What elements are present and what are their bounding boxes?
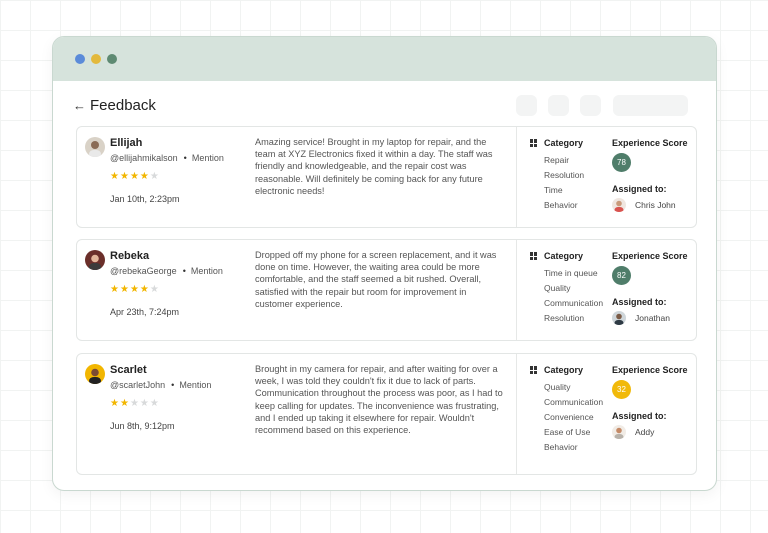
bullet-icon: • xyxy=(183,153,187,163)
category-item: Time xyxy=(544,185,563,195)
review-message: Amazing service! Brought in my laptop fo… xyxy=(255,137,493,196)
experience-score-title: Experience Score xyxy=(612,138,688,148)
experience-score-badge: 32 xyxy=(612,380,631,399)
category-list: Quality Communication Convenience Ease o… xyxy=(544,381,603,456)
reviewer-handle-text[interactable]: @ellijahmikalson xyxy=(110,153,178,163)
bullet-icon: • xyxy=(182,266,186,276)
category-item: Communication xyxy=(544,397,604,407)
star-filled-icon: ★ xyxy=(110,284,120,295)
card-divider xyxy=(516,354,517,474)
star-filled-icon: ★ xyxy=(139,284,150,295)
star-rating: ★★★★★ xyxy=(110,171,160,182)
review-message: Brought in my camera for repair, and aft… xyxy=(255,364,503,436)
category-item: Communication xyxy=(544,298,604,308)
reviewer-name: Rebeka xyxy=(110,250,150,262)
category-item: Resolution xyxy=(544,170,585,180)
category-item: Time in queue xyxy=(544,268,598,278)
mention-label: Mention xyxy=(179,380,212,390)
experience-score-badge: 78 xyxy=(612,153,631,172)
card-divider xyxy=(516,240,517,340)
bullet-icon: • xyxy=(171,380,175,390)
avatar xyxy=(85,250,105,270)
category-title: Category xyxy=(544,138,584,148)
assigned-to-title: Assigned to: xyxy=(612,411,667,421)
category-item: Behavior xyxy=(544,200,578,210)
experience-score-title: Experience Score xyxy=(612,251,688,261)
star-filled-icon: ★ xyxy=(119,398,130,409)
mention-label: Mention xyxy=(190,266,223,276)
window-dot-green[interactable] xyxy=(107,54,117,64)
reviewer-name: Scarlet xyxy=(110,364,147,376)
category-item: Resolution xyxy=(544,313,585,323)
star-rating: ★★★★★ xyxy=(110,284,160,295)
star-empty-icon: ★ xyxy=(129,398,140,409)
toolbar-button-placeholder[interactable] xyxy=(548,95,569,116)
category-item: Ease of Use xyxy=(544,427,591,437)
assignee-avatar xyxy=(612,311,626,325)
reviewer-handle-text[interactable]: @rebekaGeorge xyxy=(110,266,177,276)
avatar xyxy=(85,364,105,384)
review-message: Dropped off my phone for a screen replac… xyxy=(255,250,497,309)
category-item: Behavior xyxy=(544,442,578,452)
experience-score-title: Experience Score xyxy=(612,365,688,375)
grid-icon xyxy=(530,139,538,147)
assigned-to-title: Assigned to: xyxy=(612,184,667,194)
category-list: Repair Resolution Time Behavior xyxy=(544,154,584,214)
reviewer-handle: @ellijahmikalson • Mention xyxy=(110,153,224,163)
assigned-to-title: Assigned to: xyxy=(612,297,667,307)
review-date: Jan 10th, 2:23pm xyxy=(110,194,180,204)
page-title: Feedback xyxy=(90,97,156,114)
app-window: ← Feedback Ellijah @ellijahmikalson • Ment… xyxy=(52,36,717,491)
experience-score-badge: 82 xyxy=(612,266,631,285)
category-list: Time in queue Quality Communication Reso… xyxy=(544,267,603,327)
star-rating: ★★★★★ xyxy=(110,398,160,409)
window-dot-yellow[interactable] xyxy=(91,54,101,64)
assignee-avatar xyxy=(612,425,626,439)
star-filled-icon: ★ xyxy=(119,171,130,182)
review-date: Jun 8th, 9:12pm xyxy=(110,421,175,431)
star-filled-icon: ★ xyxy=(110,171,120,182)
grid-icon xyxy=(530,366,538,374)
star-empty-icon: ★ xyxy=(139,398,150,409)
category-item: Quality xyxy=(544,382,571,392)
category-title: Category xyxy=(544,365,584,375)
assignee-name[interactable]: Addy xyxy=(635,427,654,437)
star-empty-icon: ★ xyxy=(149,171,160,182)
star-filled-icon: ★ xyxy=(139,171,150,182)
reviewer-handle-text[interactable]: @scarletJohn xyxy=(110,380,165,390)
toolbar-search-placeholder[interactable] xyxy=(613,95,688,116)
toolbar-button-placeholder[interactable] xyxy=(516,95,537,116)
reviewer-name: Ellijah xyxy=(110,137,143,149)
feedback-card[interactable]: Ellijah @ellijahmikalson • Mention ★★★★★ J… xyxy=(76,126,697,228)
star-empty-icon: ★ xyxy=(149,284,160,295)
assignee-avatar xyxy=(612,198,626,212)
star-filled-icon: ★ xyxy=(110,398,120,409)
assignee-name[interactable]: Chris John xyxy=(635,200,676,210)
feedback-card[interactable]: Rebeka @rebekaGeorge • Mention ★★★★★ Apr 2… xyxy=(76,239,697,341)
reviewer-handle: @rebekaGeorge • Mention xyxy=(110,266,223,276)
card-divider xyxy=(516,127,517,227)
page-header: ← Feedback xyxy=(53,81,716,125)
assignee-name[interactable]: Jonathan xyxy=(635,313,670,323)
review-date: Apr 23th, 7:24pm xyxy=(110,307,180,317)
star-filled-icon: ★ xyxy=(129,284,140,295)
category-title: Category xyxy=(544,251,584,261)
reviewer-handle: @scarletJohn • Mention xyxy=(110,380,211,390)
grid-icon xyxy=(530,252,538,260)
star-filled-icon: ★ xyxy=(129,171,140,182)
category-item: Convenience xyxy=(544,412,594,422)
window-dot-blue[interactable] xyxy=(75,54,85,64)
category-item: Quality xyxy=(544,283,571,293)
star-empty-icon: ★ xyxy=(149,398,160,409)
avatar xyxy=(85,137,105,157)
window-titlebar xyxy=(53,37,716,81)
arrow-left-icon[interactable]: ← xyxy=(73,98,86,113)
star-filled-icon: ★ xyxy=(119,284,130,295)
toolbar-button-placeholder[interactable] xyxy=(580,95,601,116)
feedback-card[interactable]: Scarlet @scarletJohn • Mention ★★★★★ Jun 8… xyxy=(76,353,697,475)
mention-label: Mention xyxy=(191,153,224,163)
category-item: Repair xyxy=(544,155,570,165)
